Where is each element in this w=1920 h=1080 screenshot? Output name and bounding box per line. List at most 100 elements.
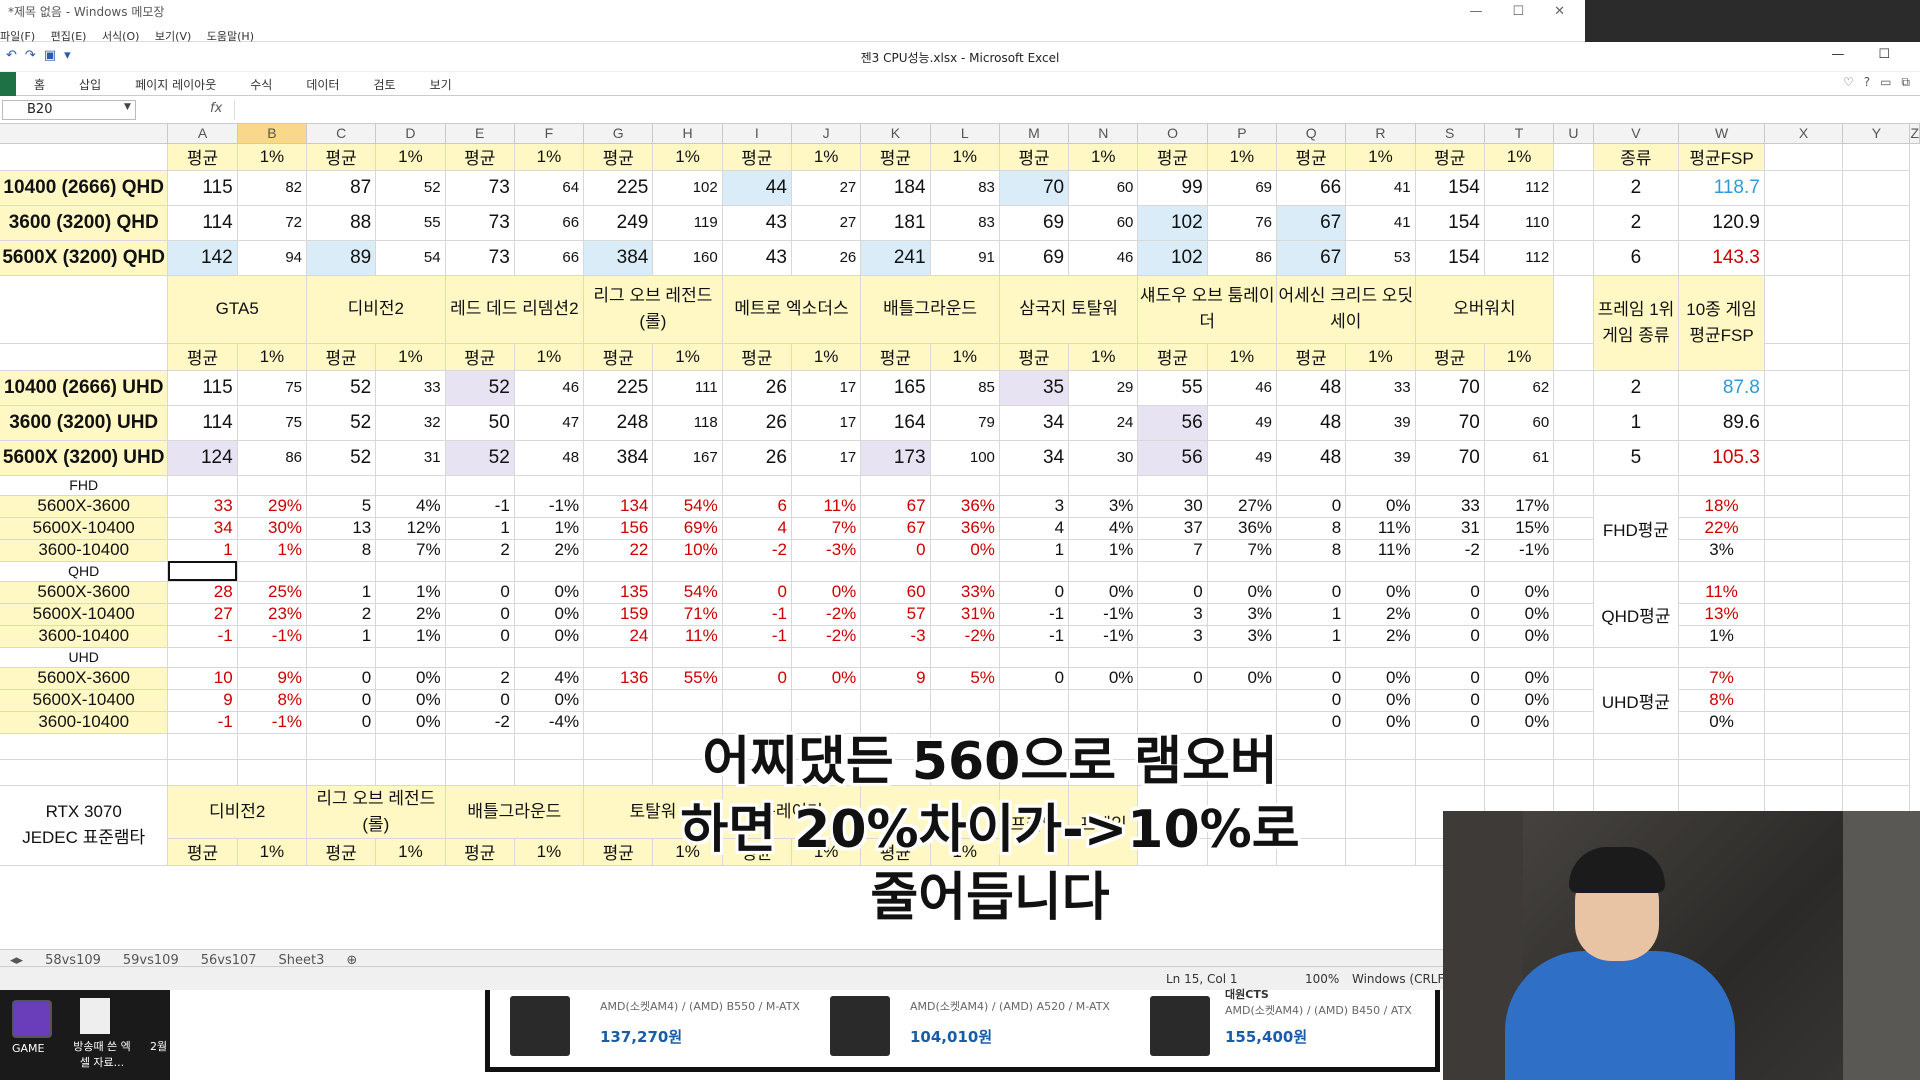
column-header[interactable]: M <box>999 124 1070 144</box>
value-cell[interactable]: 154 <box>1415 240 1485 276</box>
row-label[interactable]: 3600 (3200) QHD <box>0 205 169 241</box>
blank-cell[interactable] <box>1842 440 1911 476</box>
blank-cell[interactable] <box>237 561 308 582</box>
blank-cell[interactable] <box>1842 495 1911 518</box>
blank-cell[interactable] <box>514 475 585 496</box>
blank-cell[interactable] <box>1842 647 1911 668</box>
avg-header[interactable]: 평균 <box>167 838 238 866</box>
value-cell[interactable]: 43 <box>722 205 792 241</box>
blank-cell[interactable] <box>1593 647 1680 668</box>
diff-cell[interactable]: -1% <box>1068 603 1139 626</box>
value-cell[interactable]: 60 <box>1068 205 1139 241</box>
blank-cell[interactable] <box>791 561 862 582</box>
blank-cell[interactable] <box>791 475 862 496</box>
value-cell[interactable]: 34 <box>999 440 1070 476</box>
section-label[interactable]: QHD <box>0 561 169 582</box>
avg-value[interactable]: 7% <box>1678 667 1765 690</box>
diff-cell[interactable]: 0% <box>1345 581 1416 604</box>
value-cell[interactable]: 67 <box>1276 205 1347 241</box>
fsp-cell[interactable]: 89.6 <box>1678 405 1765 441</box>
blank-cell[interactable] <box>445 647 515 668</box>
diff-cell[interactable]: 0% <box>1484 711 1555 734</box>
blank-cell[interactable] <box>167 647 238 668</box>
diff-cell[interactable]: 0 <box>1137 667 1208 690</box>
kind-cell[interactable]: 2 <box>1593 205 1680 241</box>
blank-cell[interactable] <box>445 561 515 582</box>
ad-price-2[interactable]: 104,010원 <box>910 1026 992 1047</box>
kind-cell[interactable]: 6 <box>1593 240 1680 276</box>
diff-cell[interactable]: 0 <box>445 625 515 648</box>
value-cell[interactable]: 89 <box>306 240 377 276</box>
blank-cell[interactable] <box>999 475 1070 496</box>
diff-cell[interactable]: 1 <box>306 581 377 604</box>
value-cell[interactable]: 102 <box>1137 240 1208 276</box>
diff-cell[interactable]: 57 <box>860 603 931 626</box>
blank-cell[interactable] <box>445 759 515 786</box>
avg-header[interactable]: 평균 <box>167 343 238 371</box>
diff-cell[interactable]: 0 <box>445 603 515 626</box>
blank-cell[interactable] <box>1593 759 1680 786</box>
blank-cell[interactable] <box>1068 475 1139 496</box>
diff-cell[interactable]: 1% <box>375 625 446 648</box>
avg-header[interactable]: 평균 <box>583 143 654 171</box>
value-cell[interactable]: 154 <box>1415 205 1485 241</box>
blank-cell[interactable] <box>1764 711 1844 734</box>
blank-cell[interactable] <box>1553 343 1594 371</box>
value-cell[interactable]: 46 <box>1068 240 1139 276</box>
diff-cell[interactable]: -2 <box>722 539 792 562</box>
diff-cell[interactable]: 135 <box>583 581 654 604</box>
fsp-cell[interactable]: 105.3 <box>1678 440 1765 476</box>
game-name[interactable]: 삼국지 토탈워 <box>999 275 1139 344</box>
blank-cell[interactable] <box>1842 517 1911 540</box>
diff-cell[interactable]: 24 <box>583 625 654 648</box>
column-header[interactable]: N <box>1068 124 1139 144</box>
value-cell[interactable]: 17 <box>791 405 862 441</box>
blank-cell[interactable] <box>1553 475 1594 496</box>
diff-cell[interactable]: 33 <box>1415 495 1485 518</box>
diff-cell[interactable]: 1 <box>1276 603 1347 626</box>
blank-cell[interactable] <box>1553 370 1594 406</box>
blank-cell[interactable] <box>0 343 169 371</box>
low-header[interactable]: 1% <box>652 343 723 371</box>
blank-cell[interactable] <box>1842 343 1911 371</box>
diff-cell[interactable]: 0 <box>1276 689 1347 712</box>
value-cell[interactable]: 102 <box>652 170 723 206</box>
diff-cell[interactable]: 0 <box>1415 581 1485 604</box>
blank-cell[interactable] <box>1678 733 1765 760</box>
value-cell[interactable]: 249 <box>583 205 654 241</box>
column-header[interactable]: J <box>791 124 862 144</box>
blank-cell[interactable] <box>1415 733 1485 760</box>
column-header[interactable]: F <box>514 124 585 144</box>
diff-cell[interactable]: 54% <box>652 495 723 518</box>
folder-label[interactable]: 2월 <box>150 1038 167 1054</box>
diff-cell[interactable]: 3 <box>999 495 1070 518</box>
diff-cell[interactable]: 0% <box>1207 581 1278 604</box>
diff-cell[interactable]: 0% <box>1484 689 1555 712</box>
column-header[interactable]: V <box>1593 124 1680 144</box>
collapse-ribbon-icon[interactable]: ♡ <box>1843 75 1854 90</box>
blank-cell[interactable] <box>999 561 1070 582</box>
low-header[interactable]: 1% <box>1484 143 1555 171</box>
diff-cell[interactable]: 0% <box>1345 667 1416 690</box>
blank-cell[interactable] <box>1276 561 1347 582</box>
blank-cell[interactable] <box>930 475 1000 496</box>
blank-cell[interactable] <box>1553 689 1594 712</box>
value-cell[interactable]: 30 <box>1068 440 1139 476</box>
avg-value[interactable]: 0% <box>1678 711 1765 734</box>
avg-header[interactable]: 평균 <box>999 143 1070 171</box>
blank-cell[interactable] <box>306 647 377 668</box>
value-cell[interactable]: 54 <box>375 240 446 276</box>
blank-cell[interactable] <box>930 561 1000 582</box>
minimize-icon[interactable]: — <box>1831 47 1844 62</box>
diff-cell[interactable]: 2% <box>514 539 585 562</box>
value-cell[interactable]: 167 <box>652 440 723 476</box>
blank-cell[interactable] <box>375 733 446 760</box>
blank-cell[interactable] <box>445 733 515 760</box>
column-header[interactable]: Q <box>1276 124 1347 144</box>
diff-cell[interactable]: 0 <box>1415 689 1485 712</box>
diff-cell[interactable]: 0% <box>1068 667 1139 690</box>
avg-label[interactable]: FHD평균 <box>1593 495 1680 562</box>
blank-cell[interactable] <box>999 647 1070 668</box>
blank-cell[interactable] <box>237 733 308 760</box>
blank-cell[interactable] <box>1553 495 1594 518</box>
